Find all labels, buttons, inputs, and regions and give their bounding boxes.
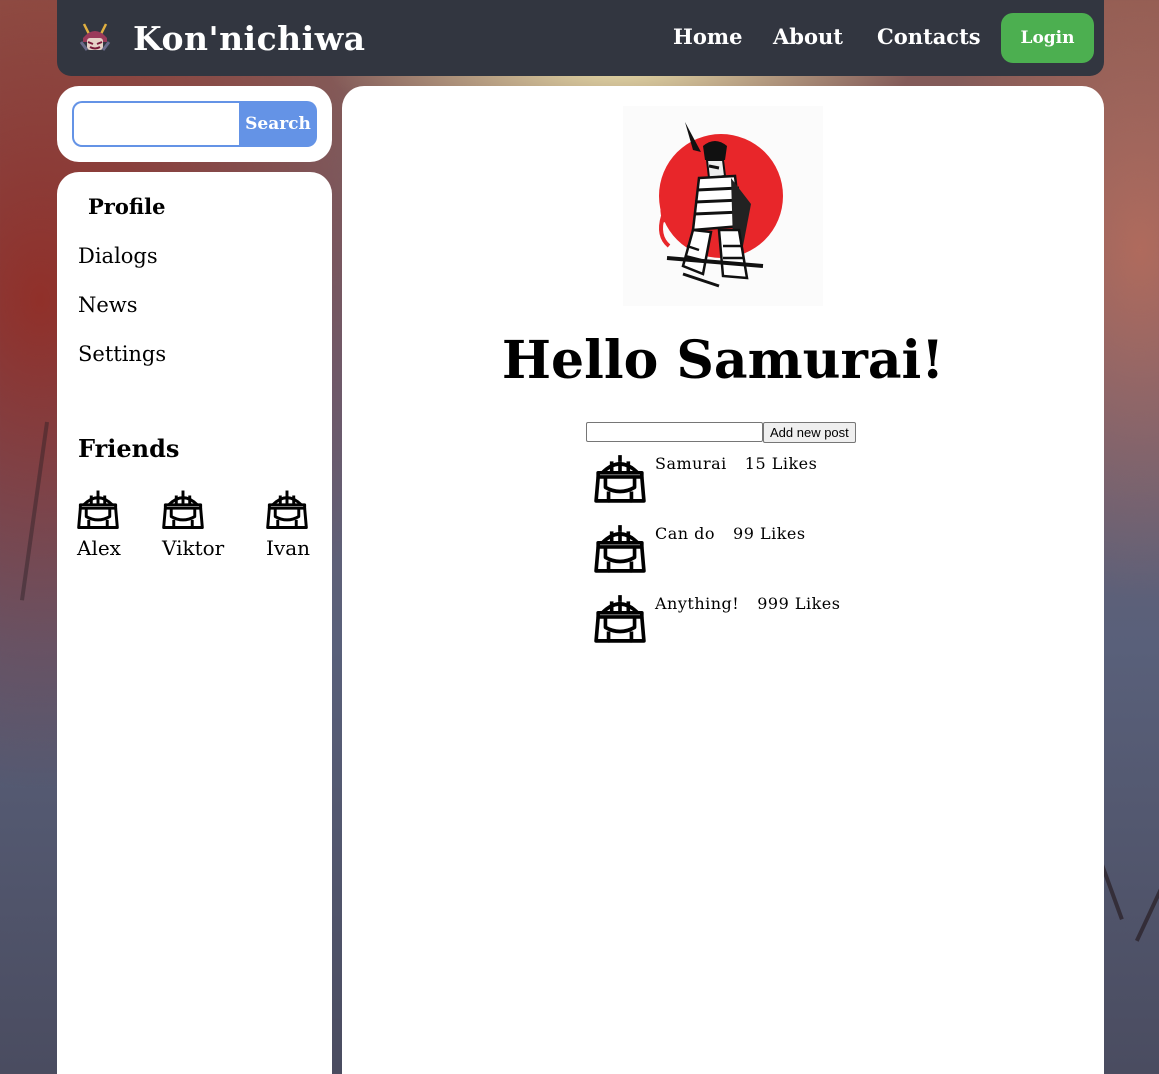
sidebar-item-profile[interactable]: Profile (88, 193, 165, 221)
post-message: Anything! (655, 594, 740, 613)
friend-name: Ivan (266, 536, 311, 560)
post-likes: 15 Likes (744, 454, 818, 473)
samurai-helmet-icon (594, 455, 646, 503)
samurai-helmet-icon (266, 490, 308, 529)
sidebar-item-dialogs[interactable]: Dialogs (78, 242, 158, 270)
nav-about-link[interactable]: About (773, 23, 843, 51)
nav-contacts-link[interactable]: Contacts (877, 23, 981, 51)
friends-heading: Friends (78, 434, 180, 463)
add-new-post-button[interactable]: Add new post (763, 422, 856, 443)
samurai-helmet-logo-icon (79, 23, 111, 51)
post-message: Samurai (655, 454, 727, 473)
post-likes: 99 Likes (733, 524, 806, 543)
brand-title: Kon'nichiwa (133, 19, 366, 58)
friend-ivan[interactable]: Ivan (266, 488, 310, 560)
sidebar-item-news[interactable]: News (78, 291, 138, 319)
friend-viktor[interactable]: Viktor (162, 488, 224, 560)
post-likes: 999 Likes (757, 594, 841, 613)
nav-home-link[interactable]: Home (673, 23, 742, 51)
samurai-helmet-icon (594, 595, 646, 643)
main-content: Hello Samurai! Add new post Samurai 15 Li… (342, 86, 1104, 1074)
search-button[interactable]: Search (239, 101, 317, 147)
friend-alex[interactable]: Alex (77, 488, 121, 560)
samurai-helmet-icon (77, 490, 119, 529)
login-button[interactable]: Login (1001, 13, 1094, 63)
new-post-input[interactable] (586, 422, 763, 442)
page-title: Hello Samurai! (501, 330, 945, 391)
post-message: Can do (655, 524, 716, 543)
search-input[interactable] (72, 101, 242, 147)
sidebar: Profile Dialogs News Settings Friends Al… (57, 172, 332, 1074)
samurai-sun-image (623, 106, 823, 306)
search-card: Search (57, 86, 332, 162)
background-branch (1135, 831, 1159, 942)
samurai-helmet-icon (594, 525, 646, 573)
friend-name: Alex (77, 536, 121, 560)
sidebar-item-settings[interactable]: Settings (78, 340, 166, 368)
background-branch (20, 421, 50, 601)
friend-name: Viktor (162, 536, 225, 560)
samurai-helmet-icon (162, 490, 204, 529)
